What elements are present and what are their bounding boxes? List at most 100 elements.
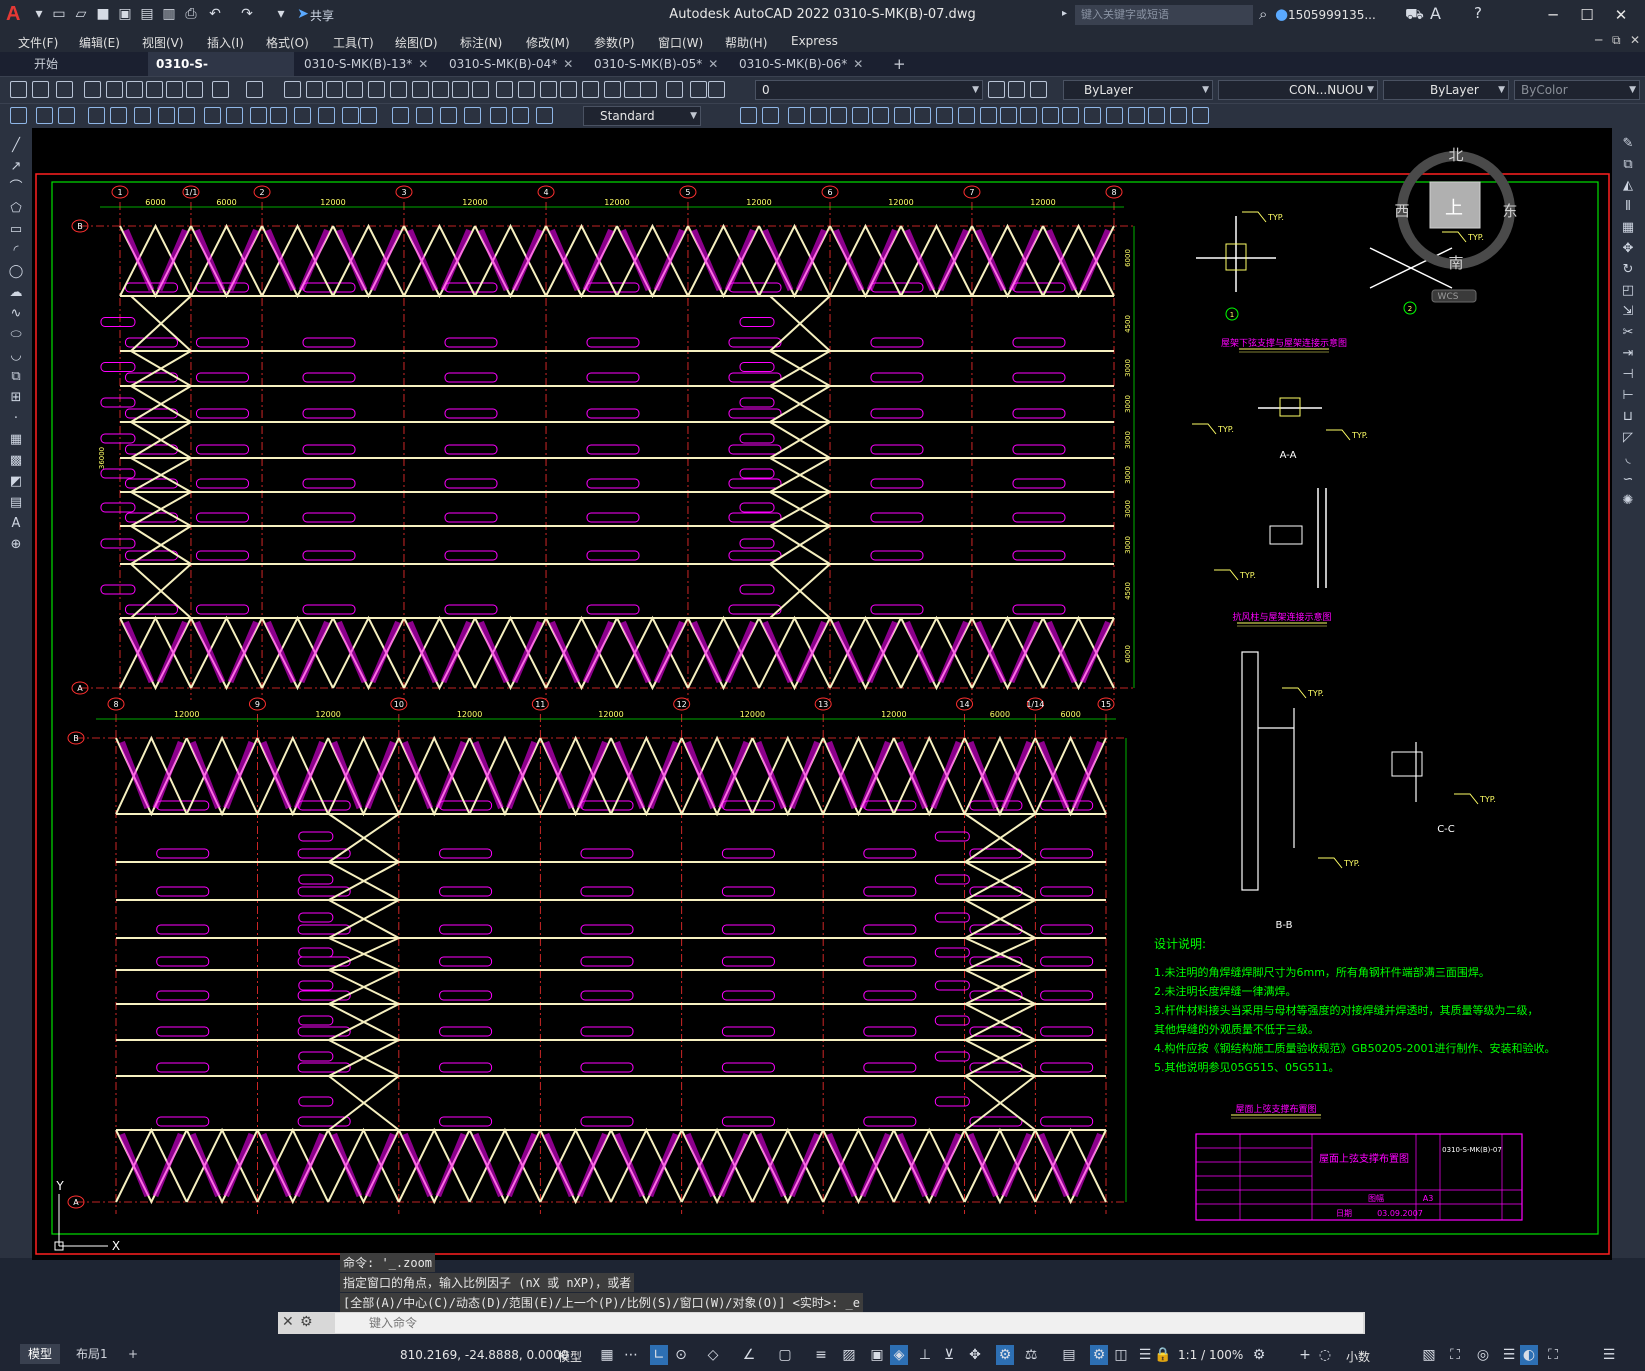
- standard-tool-26-icon[interactable]: [582, 81, 599, 98]
- fillet-icon[interactable]: ◟: [1620, 451, 1636, 467]
- standard-tool-11-icon[interactable]: [246, 81, 263, 98]
- modify-tool-17-icon[interactable]: [1084, 107, 1101, 124]
- settings-icon[interactable]: ⚙: [1250, 1345, 1268, 1365]
- standard-tool-25-icon[interactable]: [560, 81, 577, 98]
- graphics-icon[interactable]: ◐: [1520, 1345, 1538, 1365]
- modify-tool-12-icon[interactable]: [980, 107, 997, 124]
- layer-tool-1-icon[interactable]: [988, 81, 1005, 98]
- close-window-button[interactable]: ✕: [1606, 5, 1636, 25]
- add-layout-button[interactable]: +: [120, 1344, 146, 1364]
- modify-tool-18-icon[interactable]: [1106, 107, 1123, 124]
- stretch-icon[interactable]: ⇲: [1620, 304, 1636, 320]
- rotate-icon[interactable]: ↻: [1620, 262, 1636, 278]
- table-icon[interactable]: ▤: [8, 495, 24, 511]
- array-icon[interactable]: ▦: [1620, 220, 1636, 236]
- rectangle-icon[interactable]: ▭: [8, 222, 24, 238]
- dim-tool-2-icon[interactable]: [36, 107, 53, 124]
- dim-tool-8-icon[interactable]: [178, 107, 195, 124]
- customize-icon[interactable]: ☰: [1600, 1345, 1618, 1365]
- menu-dimension[interactable]: 标注(N): [460, 34, 502, 51]
- extend-icon[interactable]: ⇥: [1620, 346, 1636, 362]
- dim-tool-11-icon[interactable]: [250, 107, 267, 124]
- standard-tool-19-icon[interactable]: [432, 81, 449, 98]
- tab-drawing-06[interactable]: 0310-S-MK(B)-06* ✕: [731, 52, 877, 76]
- arc-icon[interactable]: ◜: [8, 243, 24, 259]
- standard-tool-6-icon[interactable]: [126, 81, 143, 98]
- modify-tool-3-icon[interactable]: [788, 107, 805, 124]
- dim-tool-13-icon[interactable]: [294, 107, 311, 124]
- explode-icon[interactable]: ✺: [1620, 493, 1636, 509]
- construction-line-icon[interactable]: ↗: [8, 159, 24, 175]
- hamburger-menu-icon[interactable]: ☰: [1500, 1345, 1518, 1365]
- copy-icon[interactable]: ⧉: [1620, 157, 1636, 173]
- transparency-icon[interactable]: ▨: [840, 1345, 858, 1365]
- user-icon[interactable]: ●: [1275, 5, 1288, 23]
- autodesk-app-icon[interactable]: A: [1430, 4, 1441, 23]
- modify-tool-6-icon[interactable]: [852, 107, 869, 124]
- modify-tool-15-icon[interactable]: [1042, 107, 1059, 124]
- model-space-toggle[interactable]: 模型: [558, 1348, 582, 1365]
- annotation-scale[interactable]: 1:1 / 100%: [1178, 1348, 1243, 1362]
- dim-tool-15-icon[interactable]: [342, 107, 359, 124]
- add-selected-icon[interactable]: ⊕: [8, 537, 24, 553]
- modify-tool-5-icon[interactable]: [830, 107, 847, 124]
- ellipse-arc-icon[interactable]: ◡: [8, 348, 24, 364]
- standard-tool-8-icon[interactable]: [166, 81, 183, 98]
- standard-tool-3-icon[interactable]: [56, 81, 73, 98]
- fullscreen-icon[interactable]: ⛶: [1544, 1345, 1562, 1365]
- modify-tool-9-icon[interactable]: [914, 107, 931, 124]
- polar-icon[interactable]: ⊙: [672, 1345, 690, 1365]
- tab-start[interactable]: 开始: [26, 52, 146, 76]
- menu-parametric[interactable]: 参数(P): [594, 34, 635, 51]
- join-icon[interactable]: ⊔: [1620, 409, 1636, 425]
- isodraft-icon[interactable]: ◇: [704, 1345, 722, 1365]
- dim-tool-19-icon[interactable]: [440, 107, 457, 124]
- plus-icon[interactable]: +: [1296, 1345, 1314, 1365]
- doc-minimize-icon[interactable]: ─: [1595, 33, 1602, 47]
- drawing-canvas[interactable]: 1 1/1 2 3 4 5 6 7 8 6000 6000 12000 12000 12000 12000 1…: [32, 128, 1612, 1260]
- dim-tool-20-icon[interactable]: [464, 107, 481, 124]
- coordinates-readout[interactable]: 810.2169, -24.8888, 0.0000: [400, 1348, 568, 1362]
- menu-draw[interactable]: 绘图(D): [395, 34, 438, 51]
- tab-model[interactable]: 模型: [20, 1344, 61, 1364]
- cart-icon[interactable]: ⛟: [1405, 5, 1424, 25]
- menu-edit[interactable]: 编辑(E): [79, 34, 120, 51]
- modify-tool-7-icon[interactable]: [872, 107, 889, 124]
- lock-ui-icon[interactable]: 🔒: [1154, 1345, 1172, 1365]
- dim-tool-5-icon[interactable]: [110, 107, 127, 124]
- modify-tool-2-icon[interactable]: [762, 107, 779, 124]
- circle-icon[interactable]: ◯: [8, 264, 24, 280]
- standard-tool-12-icon[interactable]: [284, 81, 301, 98]
- scale-icon[interactable]: ◰: [1620, 283, 1636, 299]
- clean-screen-icon[interactable]: ⛶: [1446, 1345, 1464, 1365]
- modify-tool-22-icon[interactable]: [1192, 107, 1209, 124]
- ortho-icon[interactable]: ∟: [650, 1345, 668, 1365]
- standard-tool-27-icon[interactable]: [604, 81, 621, 98]
- lineweight-dropdown[interactable]: ByLayer ▼: [1383, 80, 1509, 100]
- menu-file[interactable]: 文件(F): [18, 34, 58, 51]
- dim-tool-3-icon[interactable]: [58, 107, 75, 124]
- lineweight-icon[interactable]: ≡: [812, 1345, 830, 1365]
- search-input[interactable]: 键入关键字或短语: [1075, 5, 1253, 25]
- standard-tool-23-icon[interactable]: [518, 81, 535, 98]
- polyline-icon[interactable]: ⌒: [8, 180, 24, 196]
- dim-tool-18-icon[interactable]: [416, 107, 433, 124]
- modify-tool-4-icon[interactable]: [810, 107, 827, 124]
- dim-tool-17-icon[interactable]: [392, 107, 409, 124]
- standard-tool-22-icon[interactable]: [496, 81, 513, 98]
- dim-tool-12-icon[interactable]: [270, 107, 287, 124]
- menu-insert[interactable]: 插入(I): [207, 34, 244, 51]
- dim-tool-1-icon[interactable]: [10, 107, 27, 124]
- hatch-icon[interactable]: ▦: [8, 432, 24, 448]
- quick-properties-icon[interactable]: ☰: [1136, 1345, 1154, 1365]
- spline-icon[interactable]: ∿: [8, 306, 24, 322]
- user-account[interactable]: 1505999135...: [1288, 8, 1376, 22]
- hardware-accel-icon[interactable]: ▧: [1420, 1345, 1438, 1365]
- standard-tool-21-icon[interactable]: [472, 81, 489, 98]
- standard-tool-29-icon[interactable]: [640, 81, 657, 98]
- tab-close-icon[interactable]: ✕: [708, 57, 718, 71]
- modify-tool-8-icon[interactable]: [894, 107, 911, 124]
- doc-restore-icon[interactable]: ⧉: [1612, 33, 1621, 48]
- blend-icon[interactable]: ∽: [1620, 472, 1636, 488]
- modify-tool-14-icon[interactable]: [1020, 107, 1037, 124]
